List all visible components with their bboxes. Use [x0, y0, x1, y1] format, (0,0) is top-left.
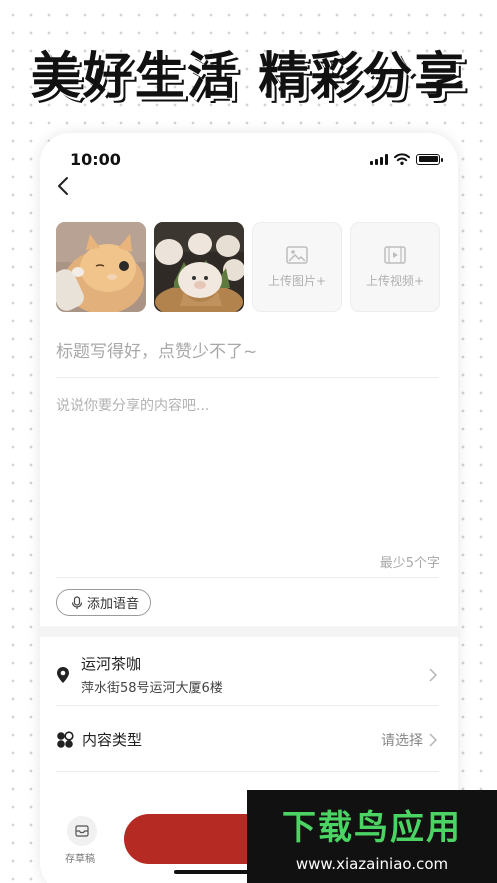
min-length-hint: 最少5个字: [379, 556, 440, 571]
upload-video-label: 上传视频+: [365, 273, 425, 288]
photo-thumbnail-piglets[interactable]: [154, 222, 244, 312]
video-icon: [384, 245, 406, 264]
image-icon: [286, 245, 308, 264]
microphone-icon: [71, 595, 83, 609]
category-icon: [57, 730, 74, 748]
section-separator: [40, 626, 458, 637]
location-name: 运河茶咖: [81, 655, 142, 673]
save-draft-label: 存草稿: [65, 854, 95, 865]
title-input[interactable]: 标题写得好，点赞少不了~: [56, 337, 439, 378]
divider: [56, 577, 439, 578]
upload-image-button[interactable]: 上传图片+: [252, 222, 342, 312]
back-arrow-icon[interactable]: [56, 175, 70, 197]
content-type-value: 请选择: [381, 732, 423, 749]
phone-frame: 10:00 上传图片+ 上传视频+ 标题写得好，点赞少不了~ 说说你要分享的内容…: [40, 133, 458, 883]
content-type-row[interactable]: 内容类型 请选择: [56, 729, 439, 750]
media-row: 上传图片+ 上传视频+: [56, 222, 440, 312]
watermark-badge: 下载鸟应用 www.xiazainiao.com: [247, 790, 497, 883]
watermark-title: 下载鸟应用: [282, 808, 462, 848]
add-voice-button[interactable]: 添加语音: [56, 589, 152, 616]
draft-box-icon: [75, 825, 89, 837]
status-icons: [370, 153, 443, 165]
location-pin-icon: [57, 666, 69, 683]
content-type-label: 内容类型: [82, 731, 143, 749]
upload-video-button[interactable]: 上传视频+: [350, 222, 440, 312]
location-address: 萍水街58号运河大厦6楼: [81, 681, 223, 696]
photo-thumbnail-cat[interactable]: [56, 222, 146, 312]
body-input[interactable]: 说说你要分享的内容吧...: [56, 395, 209, 415]
chevron-right-icon: [429, 732, 437, 747]
divider: [56, 771, 439, 772]
wifi-icon: [394, 153, 410, 165]
promo-headline: 美好生活 精彩分享: [30, 47, 467, 105]
signal-icon: [370, 153, 388, 165]
upload-image-label: 上传图片+: [267, 273, 327, 288]
battery-icon: [416, 153, 443, 165]
chevron-right-icon: [429, 667, 437, 682]
status-time: 10:00: [70, 150, 121, 169]
save-draft-button[interactable]: 存草稿: [64, 816, 100, 865]
watermark-url: www.xiazainiao.com: [295, 855, 449, 873]
location-row[interactable]: 运河茶咖 萍水街58号运河大厦6楼: [56, 653, 439, 696]
add-voice-label: 添加语音: [87, 597, 140, 612]
divider: [56, 705, 439, 706]
